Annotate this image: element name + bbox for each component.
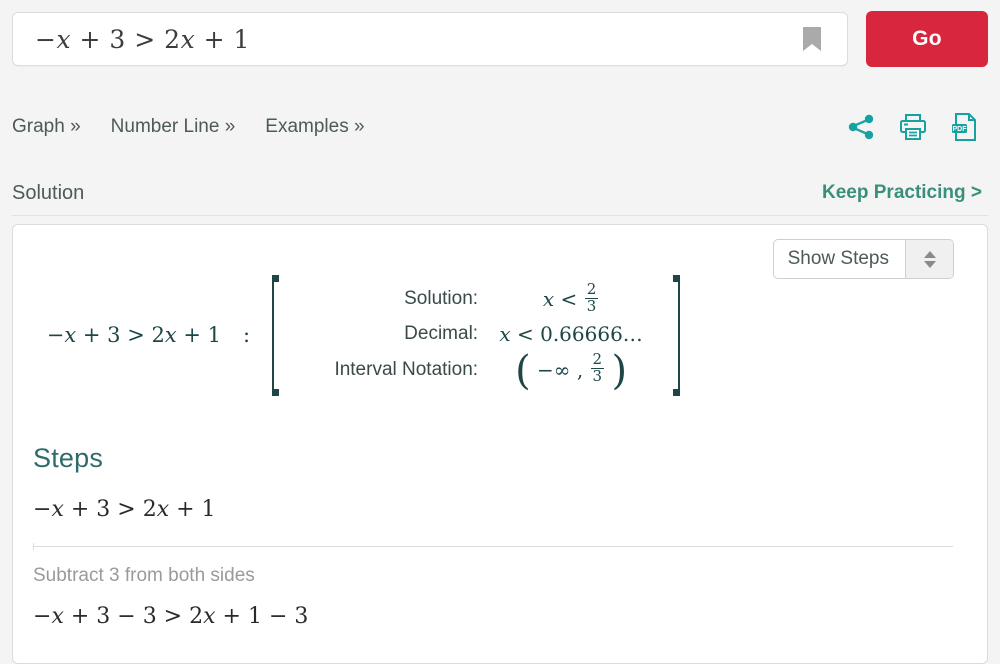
result-value-decimal: x < 0.66666…	[499, 321, 643, 346]
expression-input-value: −x + 3 > 2x + 1	[35, 24, 250, 54]
expression-input[interactable]: −x + 3 > 2x + 1	[12, 12, 848, 66]
solution-summary: −x + 3 > 2x + 1 : Solution: x < 23 Decim…	[13, 275, 987, 396]
result-label: Solution:	[404, 288, 479, 310]
svg-text:PDF: PDF	[953, 126, 968, 133]
go-button[interactable]: Go	[866, 11, 988, 67]
chevron-up-icon[interactable]	[923, 250, 936, 258]
result-label: Interval Notation:	[334, 358, 479, 380]
nav-links: Graph » Number Line » Examples »	[12, 116, 365, 138]
result-row-decimal: Decimal: x < 0.66666…	[296, 322, 656, 346]
result-value-interval: ( −∞ , 23 )	[515, 347, 628, 394]
show-steps-label: Show Steps	[787, 248, 889, 269]
nav-link-examples[interactable]: Examples »	[265, 116, 364, 138]
step-note-1: Subtract 3 from both sides	[33, 565, 255, 586]
page-title: Solution	[12, 181, 85, 204]
result-row-interval: Interval Notation: ( −∞ , 23 )	[296, 347, 656, 394]
print-icon[interactable]	[898, 112, 928, 142]
header-divider	[12, 215, 988, 216]
show-steps-stepper[interactable]	[905, 240, 953, 278]
right-bracket	[670, 275, 682, 396]
nav-link-graph[interactable]: Graph »	[12, 116, 81, 138]
result-value-solution: x < 23	[542, 280, 599, 315]
show-steps-select[interactable]: Show Steps	[772, 239, 954, 279]
pdf-icon[interactable]: PDF	[950, 112, 980, 142]
result-row-solution: Solution: x < 23	[296, 280, 656, 316]
chevron-down-icon[interactable]	[923, 260, 936, 268]
solution-header: Solution Keep Practicing >	[0, 168, 1000, 218]
step-equation-1: −x + 3 > 2x + 1	[33, 497, 216, 522]
problem-colon: :	[243, 323, 251, 348]
results-bracket-group: Solution: x < 23 Decimal: x < 0.66666… I…	[270, 275, 682, 396]
search-bar: −x + 3 > 2x + 1 Go	[0, 0, 1000, 78]
step-equation-2: −x + 3 − 3 > 2x + 1 − 3	[33, 604, 309, 629]
left-bracket	[270, 275, 282, 396]
results-table: Solution: x < 23 Decimal: x < 0.66666… I…	[282, 275, 670, 396]
share-icon[interactable]	[846, 112, 876, 142]
nav-action-icons: PDF	[846, 112, 988, 142]
problem-expression: −x + 3 > 2x + 1	[46, 323, 221, 348]
result-label: Decimal:	[404, 322, 479, 344]
steps-divider	[33, 543, 953, 550]
nav-link-number-line[interactable]: Number Line »	[111, 116, 236, 138]
solution-card: Show Steps −x + 3 > 2x + 1 : Solution: x…	[12, 224, 988, 664]
secondary-nav: Graph » Number Line » Examples » PDF	[0, 96, 1000, 158]
bookmark-icon[interactable]	[801, 26, 823, 52]
keep-practicing-link[interactable]: Keep Practicing >	[822, 182, 988, 204]
steps-title: Steps	[33, 443, 104, 473]
